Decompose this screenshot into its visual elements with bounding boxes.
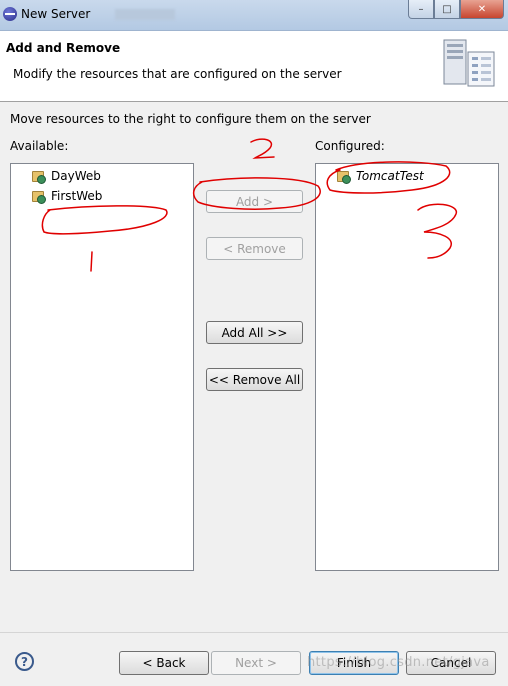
page-description: Modify the resources that are configured…: [13, 67, 342, 81]
web-project-icon: [336, 169, 351, 184]
minimize-icon: –: [418, 3, 424, 15]
configured-list[interactable]: TomcatTest: [315, 163, 499, 571]
available-list[interactable]: DayWeb FirstWeb: [10, 163, 194, 571]
web-project-icon: [31, 169, 46, 184]
next-button[interactable]: Next >: [211, 651, 301, 675]
server-wizard-icon: [443, 39, 495, 87]
list-item-label: DayWeb: [51, 169, 101, 183]
eclipse-icon: [3, 7, 17, 21]
window-controls: – □ ✕: [408, 0, 504, 20]
instruction-text: Move resources to the right to configure…: [10, 112, 371, 126]
add-all-button[interactable]: Add All >>: [206, 321, 303, 344]
list-item-label: TomcatTest: [356, 169, 424, 183]
annotation-mark-2: [250, 138, 275, 159]
web-project-icon: [31, 189, 46, 204]
list-item[interactable]: TomcatTest: [336, 167, 424, 185]
remove-button[interactable]: < Remove: [206, 237, 303, 260]
wizard-header: Add and Remove Modify the resources that…: [0, 31, 508, 102]
configured-label: Configured:: [315, 139, 385, 153]
back-button[interactable]: < Back: [119, 651, 209, 675]
close-icon: ✕: [477, 3, 487, 15]
list-item[interactable]: DayWeb: [31, 167, 101, 185]
page-title: Add and Remove: [6, 41, 121, 55]
blurred-title-area: [115, 9, 175, 20]
footer-separator: [0, 632, 508, 633]
cancel-button[interactable]: Cancel: [406, 651, 496, 675]
close-button[interactable]: ✕: [460, 0, 504, 19]
list-item[interactable]: FirstWeb: [31, 187, 102, 205]
available-label: Available:: [10, 139, 69, 153]
window-title: New Server: [21, 7, 91, 21]
title-bar: New Server – □ ✕: [0, 0, 508, 31]
remove-all-button[interactable]: << Remove All: [206, 368, 303, 391]
list-item-label: FirstWeb: [51, 189, 103, 203]
help-icon[interactable]: ?: [15, 652, 34, 671]
minimize-button[interactable]: –: [408, 0, 434, 19]
add-button[interactable]: Add >: [206, 190, 303, 213]
finish-button[interactable]: Finish: [309, 651, 399, 675]
maximize-icon: □: [442, 3, 452, 15]
maximize-button[interactable]: □: [434, 0, 460, 19]
